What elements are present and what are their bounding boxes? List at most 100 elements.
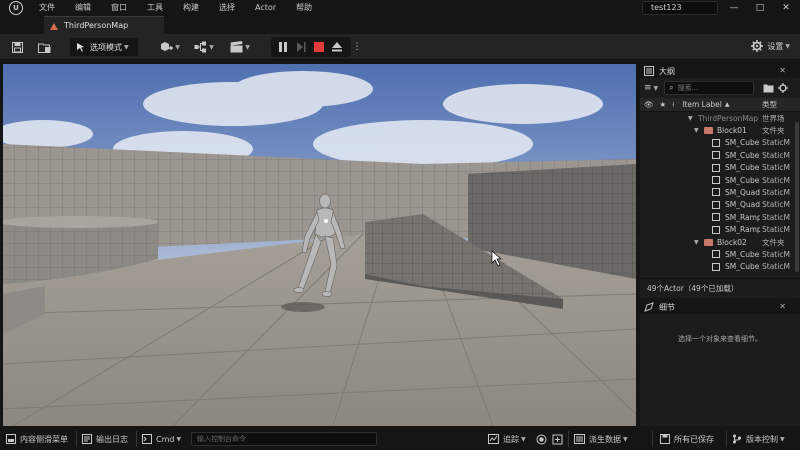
- menu-window[interactable]: 窗口: [101, 0, 137, 16]
- outliner-row[interactable]: SM_Cube StaticM: [640, 261, 800, 273]
- source-control-label: 版本控制: [746, 434, 778, 444]
- menu-build[interactable]: 构建: [173, 0, 209, 16]
- outliner-search-input[interactable]: ⌕ 搜索 ...: [664, 81, 755, 95]
- menu-select[interactable]: 选择: [209, 0, 245, 16]
- add-folder-icon[interactable]: [763, 83, 774, 93]
- outliner-row[interactable]: ▼ Block02 文件夹: [640, 236, 800, 248]
- outliner-row-label: SM_Cube: [725, 163, 760, 173]
- blueprint-button[interactable]: ▼: [192, 39, 216, 55]
- content-browser-icon[interactable]: [36, 39, 52, 55]
- chevron-down-icon: ▼: [245, 43, 250, 51]
- content-drawer-button[interactable]: 内容侧滑菜单: [6, 433, 68, 445]
- tab-thirdpersonmap[interactable]: ThirdPersonMap: [44, 16, 164, 34]
- content-drawer-icon: [6, 434, 16, 444]
- outliner-panel: 大纲 ✕ ≡ ▼ ⌕ 搜索 ... 👁 ★ ⍿ Item Label ▲ 类型 ▼…: [640, 64, 800, 298]
- maximize-icon[interactable]: □: [748, 0, 772, 16]
- more-options-icon[interactable]: ⋮: [353, 39, 362, 55]
- mode-label: 选项模式: [90, 42, 122, 52]
- step-forward-icon: [297, 42, 306, 52]
- outliner-row[interactable]: SM_Cube StaticM: [640, 174, 800, 186]
- outliner-row[interactable]: ▼ ThirdPersonMap 世界场: [640, 112, 800, 124]
- outliner-row-label: Block01: [717, 126, 747, 136]
- filter-icon[interactable]: ≡ ▼: [644, 83, 658, 93]
- chevron-down-icon: ▼: [209, 43, 214, 51]
- outliner-row[interactable]: SM_Ramp StaticM: [640, 211, 800, 223]
- menu-tools[interactable]: 工具: [137, 0, 173, 16]
- outliner-row[interactable]: SM_Cube StaticM: [640, 248, 800, 260]
- save-all-button[interactable]: 所有已保存: [660, 433, 714, 445]
- close-icon[interactable]: ✕: [774, 0, 798, 16]
- add-actor-button[interactable]: ▼: [158, 39, 182, 55]
- trace-icon: [488, 434, 499, 444]
- column-item-label[interactable]: Item Label: [682, 100, 722, 109]
- eject-button[interactable]: [331, 41, 343, 53]
- trace-label: 追踪: [503, 434, 519, 444]
- outliner-row[interactable]: SM_Cube StaticM: [640, 162, 800, 174]
- outliner-row[interactable]: ▼ Block01 文件夹: [640, 124, 800, 136]
- gear-icon[interactable]: [778, 83, 789, 93]
- outliner-row-type: StaticM: [762, 150, 790, 160]
- cinematics-button[interactable]: ▼: [228, 39, 252, 55]
- derived-data-button[interactable]: 派生数据 ▼: [574, 433, 628, 445]
- outliner-row[interactable]: SM_Ramp StaticM: [640, 224, 800, 236]
- favorite-star-icon[interactable]: ★: [660, 100, 667, 109]
- divider: [726, 431, 727, 447]
- column-type[interactable]: 类型: [762, 99, 777, 110]
- clapperboard-icon: [230, 41, 243, 53]
- output-log-label: 输出日志: [96, 434, 128, 444]
- close-icon[interactable]: ✕: [779, 300, 786, 314]
- mode-select-button[interactable]: 选项模式 ▼: [70, 38, 138, 56]
- step-frame-button[interactable]: [295, 41, 307, 53]
- static-mesh-icon: [712, 225, 720, 234]
- unreal-logo-icon[interactable]: U: [9, 1, 23, 15]
- close-icon[interactable]: ✕: [779, 64, 786, 78]
- minimize-icon[interactable]: —: [722, 0, 746, 16]
- content-drawer-label: 内容侧滑菜单: [20, 434, 68, 444]
- character-chest-light: [324, 219, 328, 223]
- static-mesh-icon: [712, 250, 720, 259]
- stop-button[interactable]: [313, 41, 325, 53]
- outliner-scrollbar[interactable]: [795, 122, 799, 272]
- save-icon[interactable]: [10, 39, 24, 55]
- menu-file[interactable]: 文件: [29, 0, 65, 16]
- outliner-row-label: SM_Ramp: [725, 225, 760, 235]
- document-tab-bar: ThirdPersonMap: [0, 16, 800, 34]
- static-mesh-icon: [712, 151, 720, 160]
- menu-edit[interactable]: 编辑: [65, 0, 101, 16]
- output-log-button[interactable]: 输出日志: [82, 433, 128, 445]
- console-command-input[interactable]: 输入控制台命令: [191, 432, 377, 446]
- expand-caret-icon[interactable]: ▼: [694, 239, 699, 246]
- menu-bar: U 文件 编辑 窗口 工具 构建 选择 Actor 帮助 test123 — □…: [0, 0, 800, 16]
- output-log-icon: [82, 434, 92, 444]
- cmd-dropdown[interactable]: Cmd ▼: [142, 433, 181, 445]
- outliner-row[interactable]: SM_Quad StaticM: [640, 186, 800, 198]
- static-mesh-icon: [712, 200, 720, 209]
- outliner-row-type: StaticM: [762, 163, 790, 173]
- expand-caret-icon[interactable]: ▼: [694, 127, 699, 134]
- sort-ascending-icon: ▲: [724, 101, 730, 108]
- chevron-down-icon: ▼: [124, 43, 129, 51]
- eject-icon: [332, 42, 342, 52]
- pause-button[interactable]: [277, 41, 289, 53]
- source-control-button[interactable]: 版本控制 ▼: [732, 433, 785, 445]
- divider: [652, 431, 653, 447]
- live-coding-icon[interactable]: [552, 433, 563, 445]
- chevron-down-icon: ▼: [623, 435, 628, 443]
- outliner-row[interactable]: SM_Quad StaticM: [640, 199, 800, 211]
- level-viewport[interactable]: [3, 64, 636, 426]
- outliner-row[interactable]: SM_Cube StaticM: [640, 149, 800, 161]
- pin-icon[interactable]: ⍿: [672, 100, 674, 110]
- outliner-row-type: 世界场: [762, 113, 785, 123]
- visibility-eye-icon[interactable]: 👁: [644, 100, 654, 109]
- search-placeholder: 搜索: [677, 84, 692, 92]
- trace-button[interactable]: 追踪 ▼: [488, 433, 526, 445]
- expand-caret-icon[interactable]: ▼: [688, 115, 693, 122]
- menu-actor[interactable]: Actor: [245, 0, 286, 16]
- menu-help[interactable]: 帮助: [286, 0, 322, 16]
- settings-button[interactable]: 设置 ▼: [751, 40, 790, 52]
- outliner-row[interactable]: SM_Cube StaticM: [640, 137, 800, 149]
- blueprint-icon: [194, 41, 207, 53]
- record-icon[interactable]: [536, 433, 547, 445]
- outliner-row-type: StaticM: [762, 212, 790, 222]
- outliner-row-label: SM_Quad: [725, 188, 760, 198]
